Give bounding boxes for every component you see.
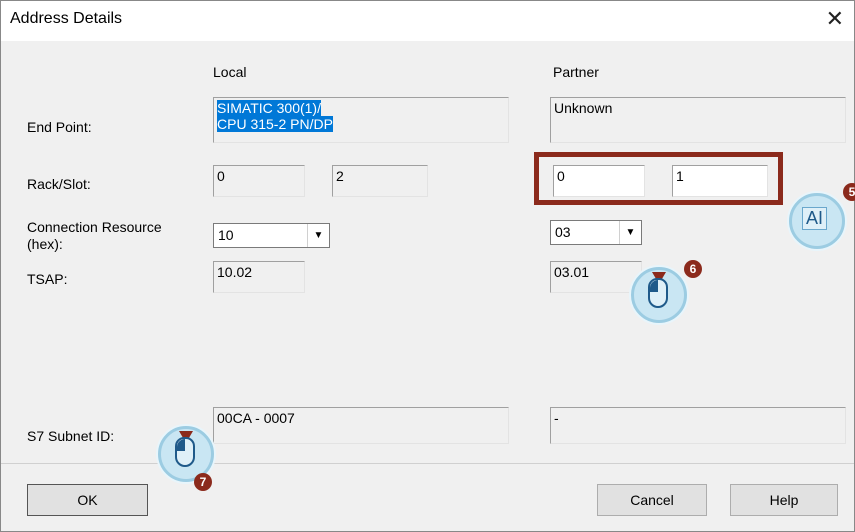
step-6-badge: 6 xyxy=(684,260,702,278)
text-input-callout: AI xyxy=(789,193,845,249)
local-s7-subnet-value: 00CA - 0007 xyxy=(217,410,295,426)
partner-connection-resource-dropdown[interactable]: 03 ▼ xyxy=(550,220,642,245)
partner-end-point-value: Unknown xyxy=(554,100,613,116)
partner-end-point-field[interactable]: Unknown xyxy=(550,97,846,143)
step-5-badge: 5 xyxy=(843,183,855,201)
end-point-label: End Point: xyxy=(27,119,92,135)
step-7-badge: 7 xyxy=(194,473,212,491)
title-bar: Address Details ✕ xyxy=(1,1,854,41)
local-connection-resource-dropdown[interactable]: 10 ▼ xyxy=(213,223,330,248)
local-tsap-value: 10.02 xyxy=(217,264,253,280)
ok-button[interactable]: OK xyxy=(27,484,148,516)
mouse-click-callout xyxy=(631,267,687,323)
local-end-point-line2: CPU 315-2 PN/DP xyxy=(217,116,333,132)
local-column-header: Local xyxy=(213,64,247,80)
tsap-label: TSAP: xyxy=(27,271,68,287)
rack-slot-label: Rack/Slot: xyxy=(27,176,91,192)
partner-s7-subnet-field[interactable]: - xyxy=(550,407,846,444)
local-rack-field[interactable]: 0 xyxy=(213,165,305,197)
rack-slot-highlight-frame xyxy=(534,152,783,205)
local-end-point-line1: SIMATIC 300(1)/ xyxy=(217,100,321,116)
partner-tsap-value: 03.01 xyxy=(554,264,590,280)
local-tsap-field[interactable]: 10.02 xyxy=(213,261,305,293)
dialog-title: Address Details xyxy=(10,10,123,27)
text-cursor-icon: AI xyxy=(802,207,828,230)
partner-column-header: Partner xyxy=(553,64,599,80)
local-slot-value: 2 xyxy=(336,168,344,184)
local-slot-field[interactable]: 2 xyxy=(332,165,428,197)
partner-connection-resource-value: 03 xyxy=(555,224,571,240)
chevron-down-icon[interactable]: ▼ xyxy=(619,221,641,244)
cancel-button[interactable]: Cancel xyxy=(597,484,707,516)
close-icon[interactable]: ✕ xyxy=(826,6,844,32)
help-button[interactable]: Help xyxy=(730,484,838,516)
mouse-left-click-icon xyxy=(175,437,195,467)
local-rack-value: 0 xyxy=(217,168,225,184)
connection-resource-hex-label: (hex): xyxy=(27,236,63,252)
local-end-point-field[interactable]: SIMATIC 300(1)/ CPU 315-2 PN/DP xyxy=(213,97,509,143)
partner-s7-subnet-value: - xyxy=(554,410,559,426)
partner-tsap-field[interactable]: 03.01 xyxy=(550,261,642,293)
mouse-left-click-icon xyxy=(648,278,668,308)
local-connection-resource-value: 10 xyxy=(218,227,234,243)
s7-subnet-id-label: S7 Subnet ID: xyxy=(27,428,115,444)
chevron-down-icon[interactable]: ▼ xyxy=(307,224,329,247)
local-s7-subnet-field[interactable]: 00CA - 0007 xyxy=(213,407,509,444)
connection-resource-label: Connection Resource xyxy=(27,219,162,235)
address-details-dialog: Address Details ✕ Local Partner End Poin… xyxy=(0,0,855,532)
button-separator xyxy=(1,463,854,464)
